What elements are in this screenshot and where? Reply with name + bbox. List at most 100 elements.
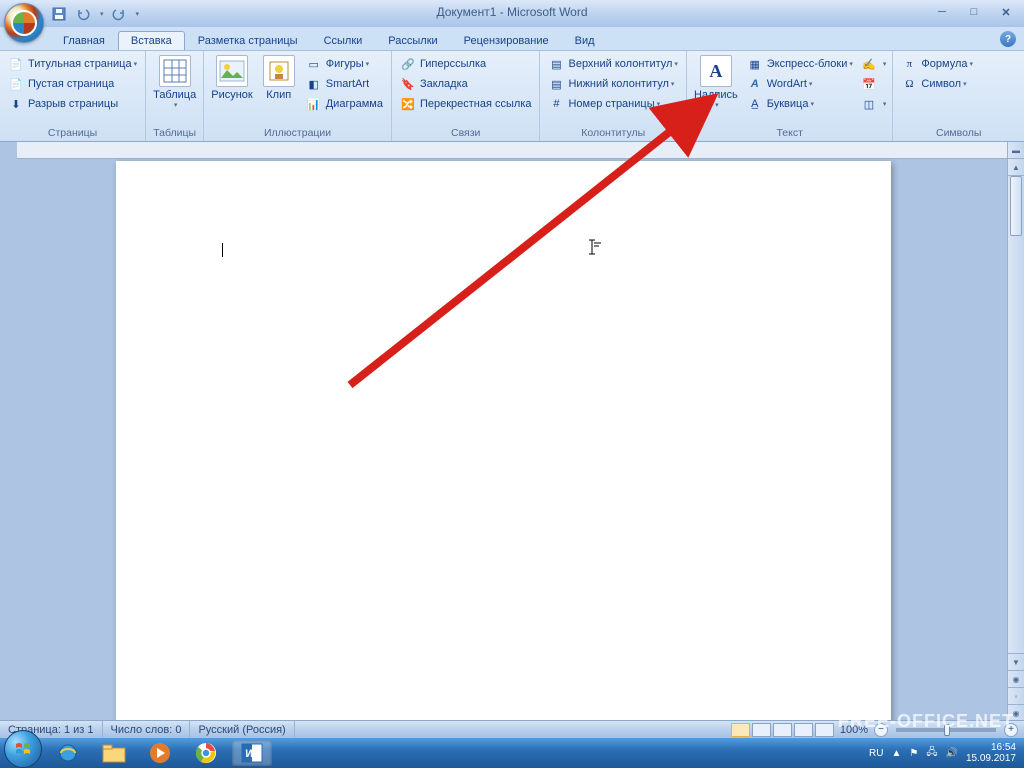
minimize-button[interactable]: ─ — [930, 3, 954, 21]
tray-flag-icon[interactable]: ▲ — [891, 748, 901, 759]
smartart-button[interactable]: ◧SmartArt — [302, 74, 387, 94]
tab-insert[interactable]: Вставка — [118, 31, 185, 50]
chevron-down-icon: ▾ — [810, 100, 814, 108]
group-illustrations: Рисунок Клип ▭Фигуры▾ ◧SmartArt 📊Диаграм… — [204, 51, 392, 141]
tab-review[interactable]: Рецензирование — [451, 31, 562, 50]
tray-language[interactable]: RU — [869, 748, 883, 759]
signature-icon: ✍ — [861, 56, 877, 72]
taskbar-chrome-icon[interactable] — [186, 740, 226, 766]
taskbar-media-icon[interactable] — [140, 740, 180, 766]
scroll-down-icon[interactable]: ▼ — [1008, 653, 1024, 670]
dropcap-icon: A̲ — [747, 96, 763, 112]
undo-icon[interactable] — [74, 5, 92, 23]
chart-icon: 📊 — [306, 96, 322, 112]
chevron-down-icon: ▾ — [366, 60, 370, 68]
signature-button[interactable]: ✍▾ — [859, 54, 889, 74]
tray-network-icon[interactable]: 🖧 — [926, 745, 937, 762]
textbox-button[interactable]: AНадпись▾ — [690, 53, 742, 111]
window-title: Документ1 - Microsoft Word — [436, 5, 587, 19]
taskbar-word-icon[interactable]: W — [232, 740, 272, 766]
zoom-thumb[interactable] — [944, 724, 950, 736]
group-header-footer: ▤Верхний колонтитул▾ ▤Нижний колонтитул▾… — [540, 51, 686, 141]
horizontal-ruler[interactable] — [17, 142, 1007, 159]
qat-customize-icon[interactable]: ▾ — [136, 10, 140, 18]
shapes-button[interactable]: ▭Фигуры▾ — [302, 54, 387, 74]
view-print-layout-button[interactable] — [731, 723, 750, 737]
taskbar-ie-icon[interactable] — [48, 740, 88, 766]
chevron-down-icon: ▾ — [883, 100, 887, 108]
bookmark-button[interactable]: 🔖Закладка — [396, 74, 536, 94]
picture-button[interactable]: Рисунок — [207, 53, 257, 103]
cover-page-button[interactable]: 📄Титульная страница▾ — [4, 54, 141, 74]
tray-volume-icon[interactable]: 🔊 — [945, 748, 957, 759]
dropcap-button[interactable]: A̲Буквица▾ — [743, 94, 857, 114]
start-button[interactable] — [4, 730, 42, 768]
object-icon: ◫ — [861, 96, 877, 112]
blank-page-button[interactable]: 📄Пустая страница — [4, 74, 141, 94]
date-icon: 📅 — [861, 76, 877, 92]
browse-object-icon[interactable]: ◦ — [1008, 687, 1024, 704]
page-break-button[interactable]: ⬇Разрыв страницы — [4, 94, 141, 114]
undo-dropdown-icon[interactable]: ▾ — [100, 10, 104, 18]
chevron-down-icon: ▾ — [970, 60, 974, 68]
formula-button[interactable]: πФормула▾ — [897, 54, 977, 74]
header-button[interactable]: ▤Верхний колонтитул▾ — [544, 54, 681, 74]
chevron-down-icon: ▾ — [883, 60, 887, 68]
taskbar-explorer-icon[interactable] — [94, 740, 134, 766]
tab-mailings[interactable]: Рассылки — [375, 31, 450, 50]
tab-references[interactable]: Ссылки — [311, 31, 376, 50]
header-icon: ▤ — [548, 56, 564, 72]
page-icon: 📄 — [8, 76, 24, 92]
ribbon: 📄Титульная страница▾ 📄Пустая страница ⬇Р… — [0, 50, 1024, 142]
vertical-scrollbar[interactable]: ▬ ▲ ▼ ◉ ◦ ◉ — [1007, 142, 1024, 721]
view-web-button[interactable] — [773, 723, 792, 737]
save-icon[interactable] — [50, 5, 68, 23]
scroll-thumb[interactable] — [1010, 176, 1022, 236]
symbol-button[interactable]: ΩСимвол▾ — [897, 74, 977, 94]
zoom-slider[interactable] — [896, 728, 996, 732]
chart-button[interactable]: 📊Диаграмма — [302, 94, 387, 114]
chevron-down-icon: ▾ — [134, 60, 138, 68]
datetime-button[interactable]: 📅 — [859, 74, 889, 94]
link-icon: 🔗 — [400, 56, 416, 72]
zoom-out-button[interactable]: − — [874, 723, 888, 737]
shapes-icon: ▭ — [306, 56, 322, 72]
redo-icon[interactable] — [110, 5, 128, 23]
ruler-toggle-icon[interactable]: ▬ — [1008, 142, 1024, 159]
tab-home[interactable]: Главная — [50, 31, 118, 50]
page-number-button[interactable]: #Номер страницы▾ — [544, 94, 681, 114]
table-button[interactable]: Таблица▾ — [149, 53, 200, 111]
hyperlink-button[interactable]: 🔗Гиперссылка — [396, 54, 536, 74]
zoom-level[interactable]: 100% — [840, 724, 868, 736]
pagenum-icon: # — [548, 96, 564, 112]
group-pages: 📄Титульная страница▾ 📄Пустая страница ⬇Р… — [0, 51, 146, 141]
view-outline-button[interactable] — [794, 723, 813, 737]
view-draft-button[interactable] — [815, 723, 834, 737]
tab-layout[interactable]: Разметка страницы — [185, 31, 311, 50]
tray-clock[interactable]: 16:5415.09.2017 — [966, 742, 1016, 764]
office-button[interactable] — [4, 3, 44, 43]
tab-view[interactable]: Вид — [562, 31, 608, 50]
document-area: ▬ ▲ ▼ ◉ ◦ ◉ — [0, 142, 1024, 721]
zoom-in-button[interactable]: + — [1004, 723, 1018, 737]
scroll-up-icon[interactable]: ▲ — [1008, 159, 1024, 176]
object-button[interactable]: ◫▾ — [859, 94, 889, 114]
prev-page-icon[interactable]: ◉ — [1008, 670, 1024, 687]
quickparts-button[interactable]: ▦Экспресс-блоки▾ — [743, 54, 857, 74]
ribbon-tab-bar: Главная Вставка Разметка страницы Ссылки… — [0, 28, 1024, 50]
status-word-count[interactable]: Число слов: 0 — [103, 721, 191, 738]
document-page[interactable] — [116, 161, 891, 721]
table-icon — [159, 55, 191, 87]
maximize-button[interactable]: □ — [962, 3, 986, 21]
next-page-icon[interactable]: ◉ — [1008, 704, 1024, 721]
status-language[interactable]: Русский (Россия) — [190, 721, 294, 738]
tray-action-center-icon[interactable]: ⚑ — [909, 748, 918, 759]
help-button[interactable]: ? — [1000, 31, 1016, 47]
crossref-button[interactable]: 🔀Перекрестная ссылка — [396, 94, 536, 114]
close-button[interactable]: ✕ — [994, 3, 1018, 21]
group-symbols: πФормула▾ ΩСимвол▾ Символы — [893, 51, 1024, 141]
wordart-button[interactable]: AWordArt▾ — [743, 74, 857, 94]
view-fullscreen-button[interactable] — [752, 723, 771, 737]
footer-button[interactable]: ▤Нижний колонтитул▾ — [544, 74, 681, 94]
clipart-button[interactable]: Клип — [257, 53, 301, 103]
